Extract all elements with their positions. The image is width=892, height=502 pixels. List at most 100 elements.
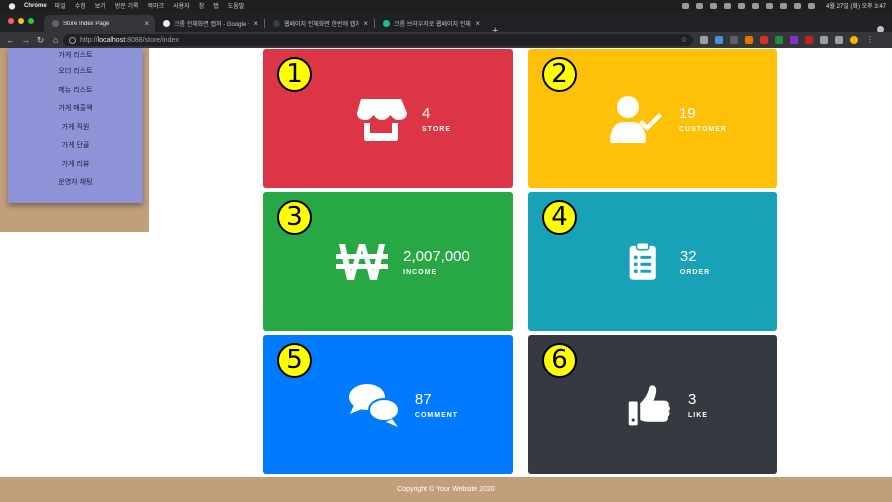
- extension-icon[interactable]: [805, 36, 813, 44]
- sidebar-item-store-regulars[interactable]: 가게 단골: [8, 136, 143, 155]
- user-check-icon: [610, 95, 663, 143]
- extension-icon[interactable]: [775, 36, 783, 44]
- site-info-icon[interactable]: [69, 36, 76, 44]
- menu-tab[interactable]: 탭: [213, 1, 219, 10]
- url-host: localhost: [97, 36, 126, 44]
- menu-file[interactable]: 파일: [55, 1, 66, 10]
- extension-icon[interactable]: [760, 36, 768, 44]
- comments-icon: [348, 383, 400, 427]
- store-icon: [357, 98, 407, 141]
- page-content: 가게 리스트 오더 리스트 메뉴 리스트 가게 매출액 가게 직원 가게 단골 …: [0, 48, 892, 502]
- status-app-icon[interactable]: [738, 2, 746, 9]
- stat-card-like[interactable]: 6 3 LIKE: [528, 335, 777, 474]
- tab-favicon: [383, 20, 390, 27]
- search-icon[interactable]: [794, 2, 802, 9]
- menu-window[interactable]: 창: [199, 1, 205, 10]
- like-count-label: LIKE: [688, 411, 708, 419]
- like-count-value: 3: [688, 390, 697, 408]
- tab-google-search[interactable]: 크롬 전체화면 캡쳐 - Google 검색 ×: [155, 15, 264, 32]
- menu-help[interactable]: 도움말: [228, 1, 245, 10]
- footer-copyright: Copyright © Your Website 2020: [397, 486, 495, 493]
- tab-webpage-capture[interactable]: 웹페이지 전체화면 한번에 캡처하기 (… ×: [265, 15, 374, 32]
- menu-view[interactable]: 보기: [95, 1, 106, 10]
- reload-icon[interactable]: ↻: [33, 35, 48, 46]
- menu-app-name[interactable]: Chrome: [24, 3, 47, 9]
- battery-icon[interactable]: [780, 2, 788, 9]
- close-window-button[interactable]: [8, 18, 14, 24]
- url-prefix: http://: [80, 36, 98, 44]
- store-count-label: STORE: [422, 125, 451, 133]
- forward-arrow-icon[interactable]: →: [18, 35, 33, 45]
- menu-history[interactable]: 방문 기록: [115, 1, 139, 10]
- status-app-icon[interactable]: [696, 2, 704, 9]
- clipboard-list-icon: [629, 241, 656, 280]
- stat-card-income[interactable]: 3 2,007,000 INCOME: [263, 192, 513, 331]
- tab-title: Store Index Page: [63, 20, 110, 27]
- home-icon[interactable]: ⌂: [48, 35, 63, 45]
- control-center-icon[interactable]: [808, 2, 816, 9]
- sidebar-item-store-list[interactable]: 가게 리스트: [8, 48, 143, 62]
- wifi-icon[interactable]: [766, 2, 774, 9]
- tab-title: 크롬 전체화면 캡쳐 - Google 검색: [174, 22, 249, 28]
- window-controls: [8, 18, 34, 24]
- menu-kebab-icon[interactable]: ⋮: [866, 36, 874, 44]
- sidebar-item-store-reviews[interactable]: 가게 리뷰: [8, 155, 143, 174]
- tab-close-icon[interactable]: ×: [253, 19, 258, 28]
- status-app-icon[interactable]: [682, 2, 690, 9]
- extension-icon[interactable]: [700, 36, 708, 44]
- order-count-label: ORDER: [679, 268, 711, 276]
- thumbs-up-icon: [628, 384, 670, 425]
- bookmark-star-icon[interactable]: ☆: [681, 36, 687, 44]
- puzzle-icon[interactable]: [820, 36, 828, 44]
- customer-count-value: 19: [679, 104, 696, 122]
- comment-count-value: 87: [414, 390, 432, 408]
- income-value: 2,007,000: [403, 247, 470, 265]
- status-icons: 4월 27일 (화) 오후 3:47: [682, 1, 886, 10]
- minimize-window-button[interactable]: [18, 18, 24, 24]
- footer: Copyright © Your Website 2020: [0, 477, 892, 502]
- address-bar[interactable]: http://localhost:8088/store/index ☆: [63, 34, 693, 46]
- menu-profiles[interactable]: 사용자: [173, 1, 190, 10]
- sidebar-item-order-list[interactable]: 오더 리스트: [8, 62, 143, 81]
- status-app-icon[interactable]: [724, 2, 732, 9]
- stat-card-store[interactable]: 1 4 STORE: [263, 49, 513, 188]
- tab-close-icon[interactable]: ×: [363, 19, 368, 28]
- tab-chrome-capture[interactable]: 크롬 브라우저로 웹페이지 전체를 한… ×: [375, 15, 486, 32]
- extension-icon[interactable]: [715, 36, 723, 44]
- url-path: :8088/store/index: [125, 36, 179, 44]
- stat-card-comment[interactable]: 5 87 COMMENT: [263, 335, 513, 474]
- reading-list-icon[interactable]: [835, 36, 843, 44]
- tab-close-icon[interactable]: ×: [475, 19, 480, 28]
- google-favicon: [163, 20, 170, 27]
- menu-bookmarks[interactable]: 북마크: [148, 1, 165, 10]
- menu-clock[interactable]: 4월 27일 (화) 오후 3:47: [826, 1, 886, 10]
- extension-icon[interactable]: [745, 36, 753, 44]
- extension-icon[interactable]: [790, 36, 798, 44]
- tab-favicon: [273, 20, 280, 27]
- status-app-icon[interactable]: [710, 2, 718, 9]
- order-count-value: 32: [679, 247, 697, 265]
- sidebar-item-admin-chat[interactable]: 운영자 채팅: [8, 173, 143, 192]
- status-app-icon[interactable]: [752, 2, 760, 9]
- comment-count-label: COMMENT: [414, 411, 459, 419]
- browser-tab-strip: Store Index Page × 크롬 전체화면 캡쳐 - Google 검…: [0, 11, 892, 37]
- sidebar-item-menu-list[interactable]: 메뉴 리스트: [8, 81, 143, 100]
- stat-card-customer[interactable]: 2 19 CUSTOMER: [528, 49, 777, 188]
- income-label: INCOME: [403, 268, 438, 276]
- profile-avatar[interactable]: [850, 36, 858, 44]
- store-count-value: 4: [422, 104, 431, 122]
- apple-icon[interactable]: [8, 2, 16, 10]
- tab-title: 크롬 브라우저로 웹페이지 전체를 한…: [394, 22, 471, 28]
- zoom-window-button[interactable]: [28, 18, 34, 24]
- menu-edit[interactable]: 수정: [75, 1, 86, 10]
- tab-favicon: [52, 20, 59, 27]
- sidebar-item-store-staff[interactable]: 가게 직원: [8, 118, 143, 137]
- tab-store-index[interactable]: Store Index Page ×: [44, 15, 155, 32]
- extension-icon[interactable]: [730, 36, 738, 44]
- sidebar-item-store-sales[interactable]: 가게 매출액: [8, 99, 143, 118]
- back-arrow-icon[interactable]: ←: [3, 35, 18, 45]
- tab-title: 웹페이지 전체화면 한번에 캡처하기 (…: [284, 22, 360, 28]
- tab-close-icon[interactable]: ×: [144, 19, 149, 28]
- won-sign-icon: [336, 243, 389, 280]
- stat-card-order[interactable]: 4 32 ORDER: [528, 192, 777, 331]
